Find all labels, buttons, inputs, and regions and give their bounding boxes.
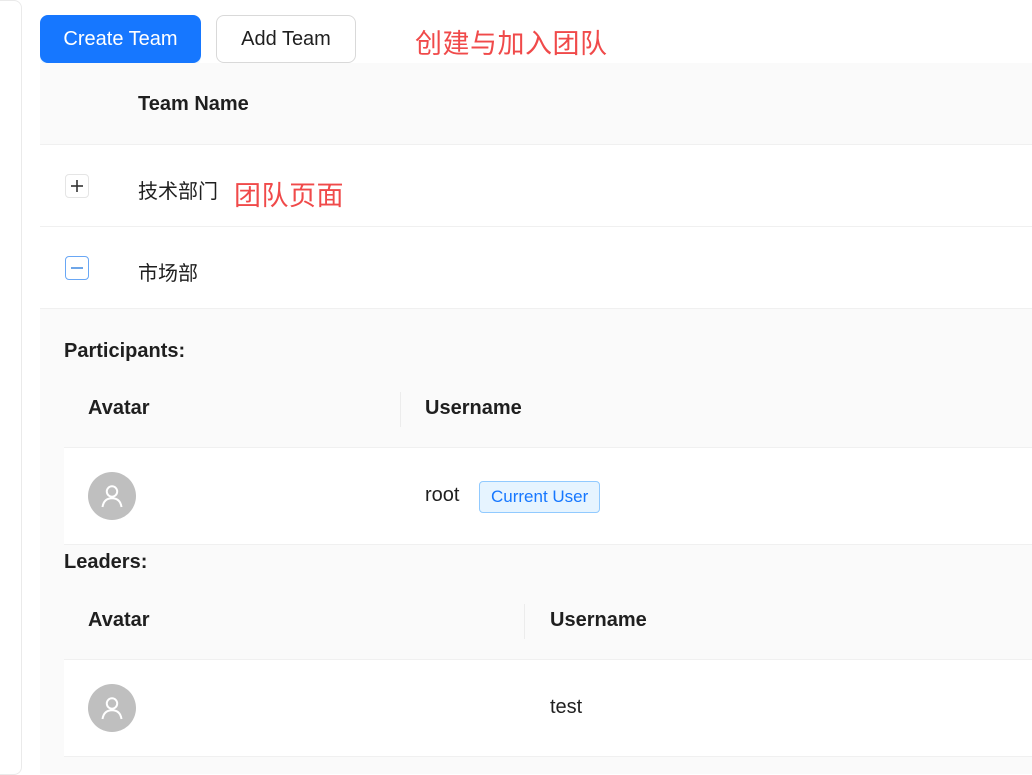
leaders-title: Leaders: xyxy=(64,551,148,573)
column-divider xyxy=(400,392,401,427)
leaders-table: Avatar Username test xyxy=(64,582,1032,757)
expanded-team-details: Participants: Avatar Username root Curre… xyxy=(40,309,1032,774)
teams-table-header: Team Name xyxy=(40,63,1032,145)
team-name: 技术部门 xyxy=(138,179,218,203)
avatar xyxy=(88,684,136,732)
team-row: 市场部 xyxy=(40,227,1032,309)
user-icon xyxy=(101,485,123,508)
create-team-button[interactable]: Create Team xyxy=(40,15,201,63)
minus-icon xyxy=(71,267,83,269)
leader-username: test xyxy=(550,696,583,718)
plus-icon xyxy=(71,180,83,192)
participant-row: root Current User xyxy=(64,448,1032,545)
column-divider xyxy=(524,604,525,639)
annotation-team-page: 团队页面 xyxy=(234,181,344,212)
column-avatar: Avatar xyxy=(88,609,150,631)
participants-title: Participants: xyxy=(64,340,186,362)
add-team-button[interactable]: Add Team xyxy=(216,15,356,63)
column-username: Username xyxy=(550,609,647,631)
team-name: 市场部 xyxy=(138,261,198,285)
side-panel xyxy=(0,0,22,775)
participants-table-header: Avatar Username xyxy=(64,370,1032,448)
teams-table: Team Name 技术部门 市场部 Participants: Avatar … xyxy=(40,63,1032,774)
column-team-name: Team Name xyxy=(138,93,249,115)
leader-row: test xyxy=(64,660,1032,757)
user-icon xyxy=(101,697,123,720)
avatar xyxy=(88,472,136,520)
annotation-create-join: 创建与加入团队 xyxy=(415,29,608,60)
participants-table: Avatar Username root Current User xyxy=(64,370,1032,545)
collapse-row-button[interactable] xyxy=(65,256,89,280)
column-avatar: Avatar xyxy=(88,397,150,419)
column-username: Username xyxy=(425,397,522,419)
team-row: 技术部门 xyxy=(40,145,1032,227)
participant-username: root xyxy=(425,484,460,506)
leaders-table-header: Avatar Username xyxy=(64,582,1032,660)
current-user-tag: Current User xyxy=(479,481,601,513)
expand-row-button[interactable] xyxy=(65,174,89,198)
